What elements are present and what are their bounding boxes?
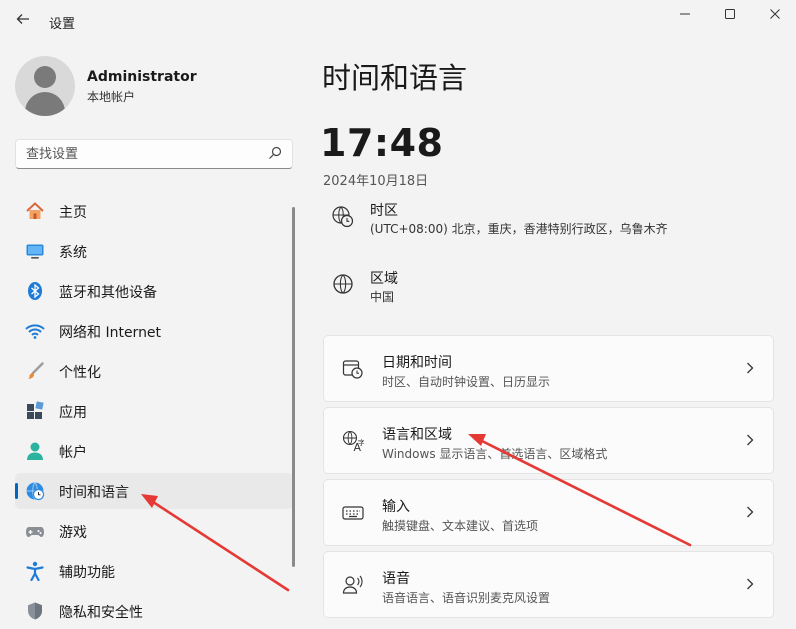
- search-box[interactable]: [15, 139, 293, 169]
- sidebar-item-accounts[interactable]: 帐户: [15, 433, 293, 469]
- keyboard-icon: [342, 506, 364, 520]
- region-value: 中国: [370, 290, 395, 304]
- card-subtitle: 语音语言、语音识别麦克风设置: [382, 591, 551, 605]
- card-title: 语音: [382, 571, 410, 587]
- region-title: 区域: [370, 271, 398, 287]
- sidebar-item-label: 游戏: [59, 525, 87, 541]
- close-icon: [770, 9, 780, 19]
- sidebar-item-apps[interactable]: 应用: [15, 393, 293, 429]
- avatar-head: [34, 66, 56, 88]
- minimize-icon: [680, 13, 690, 15]
- apps-icon: [27, 401, 44, 419]
- gamepad-icon: [26, 527, 44, 537]
- account-type: 本地帐户: [87, 90, 136, 104]
- page-title: 时间和语言: [322, 61, 468, 95]
- calendar-clock-icon: [342, 360, 363, 379]
- sidebar-item-accessibility[interactable]: 辅助功能: [15, 553, 293, 589]
- chevron-right-icon: [747, 506, 754, 518]
- card-title: 语言和区域: [382, 427, 452, 443]
- card-subtitle: Windows 显示语言、首选语言、区域格式: [382, 447, 608, 461]
- card-speech[interactable]: 语音 语音语言、语音识别麦克风设置: [323, 551, 774, 618]
- sidebar-item-label: 主页: [59, 205, 87, 221]
- sidebar-item-privacy[interactable]: 隐私和安全性: [15, 593, 293, 629]
- sidebar-item-home[interactable]: 主页: [15, 193, 293, 229]
- maximize-button[interactable]: [718, 6, 742, 26]
- sidebar-item-label: 网络和 Internet: [59, 325, 162, 341]
- card-title: 输入: [382, 499, 410, 515]
- sidebar-item-time-language[interactable]: 时间和语言: [15, 473, 293, 509]
- current-time: 17:48: [320, 121, 444, 165]
- monitor-icon: [26, 244, 44, 259]
- sidebar-item-label: 隐私和安全性: [59, 605, 143, 621]
- user-name: Administrator: [87, 69, 197, 85]
- maximize-icon: [725, 9, 735, 19]
- sidebar-item-label: 蓝牙和其他设备: [59, 285, 157, 301]
- sidebar-item-personalization[interactable]: 个性化: [15, 353, 293, 389]
- minimize-button[interactable]: [673, 6, 697, 26]
- svg-text:字: 字: [358, 438, 364, 447]
- chevron-right-icon: [747, 578, 754, 590]
- card-subtitle: 触摸键盘、文本建议、首选项: [382, 519, 539, 533]
- sidebar-item-label: 系统: [59, 245, 87, 261]
- globe-clock-icon: [26, 482, 45, 501]
- language-icon: A字: [342, 430, 364, 452]
- card-subtitle: 时区、自动时钟设置、日历显示: [382, 375, 551, 389]
- globe-icon: [333, 274, 353, 294]
- arrow-left-icon: [16, 14, 29, 24]
- accessibility-icon: [26, 561, 44, 581]
- card-language-region[interactable]: A字 语言和区域 Windows 显示语言、首选语言、区域格式: [323, 407, 774, 474]
- sidebar-item-bluetooth[interactable]: 蓝牙和其他设备: [15, 273, 293, 309]
- globe-clock-icon: [332, 206, 354, 228]
- sidebar-item-label: 时间和语言: [59, 485, 129, 501]
- sidebar-item-label: 应用: [59, 405, 87, 421]
- home-icon: [26, 202, 44, 219]
- brush-icon: [27, 362, 44, 379]
- search-icon[interactable]: [268, 146, 282, 160]
- sidebar-scrollbar[interactable]: [292, 207, 295, 567]
- sidebar-item-label: 个性化: [59, 365, 101, 381]
- chevron-right-icon: [747, 434, 754, 446]
- card-date-time[interactable]: 日期和时间 时区、自动时钟设置、日历显示: [323, 335, 774, 402]
- active-indicator: [15, 483, 18, 499]
- current-date: 2024年10月18日: [323, 174, 429, 189]
- sidebar-item-system[interactable]: 系统: [15, 233, 293, 269]
- sidebar-item-label: 帐户: [59, 445, 87, 461]
- sidebar-item-label: 辅助功能: [59, 565, 115, 581]
- search-input[interactable]: [16, 140, 256, 168]
- avatar[interactable]: [15, 56, 75, 116]
- card-title: 日期和时间: [382, 355, 452, 371]
- person-icon: [27, 442, 43, 460]
- sidebar-item-gaming[interactable]: 游戏: [15, 513, 293, 549]
- wifi-icon: [25, 324, 45, 339]
- back-button[interactable]: [12, 10, 34, 32]
- title-bar: 设置: [0, 0, 796, 44]
- app-title: 设置: [49, 17, 76, 32]
- timezone-value: (UTC+08:00) 北京，重庆，香港特别行政区，乌鲁木齐: [370, 222, 668, 236]
- bluetooth-icon: [28, 282, 42, 300]
- shield-icon: [28, 602, 42, 620]
- timezone-title: 时区: [370, 203, 398, 219]
- avatar-body: [25, 92, 65, 116]
- sidebar-item-network[interactable]: 网络和 Internet: [15, 313, 293, 349]
- speech-icon: [342, 575, 363, 594]
- chevron-right-icon: [747, 362, 754, 374]
- card-typing[interactable]: 输入 触摸键盘、文本建议、首选项: [323, 479, 774, 546]
- close-button[interactable]: [763, 6, 787, 26]
